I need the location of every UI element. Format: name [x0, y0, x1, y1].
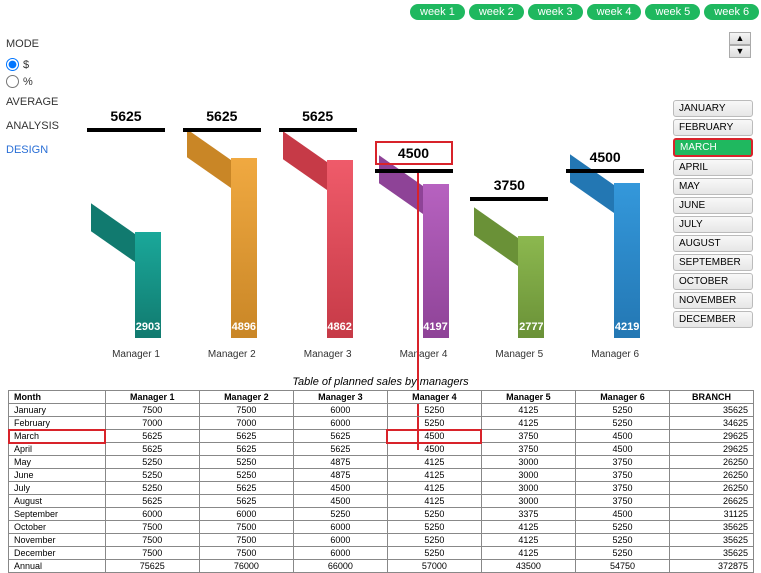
- target-label: 5625: [87, 108, 165, 124]
- month-btn-february[interactable]: FEBRUARY: [673, 119, 753, 136]
- analysis-link[interactable]: ANALYSIS: [6, 114, 76, 138]
- target-label: 5625: [279, 108, 357, 124]
- target-label: 4500: [375, 141, 453, 165]
- sales-table: MonthManager 1Manager 2Manager 3Manager …: [8, 390, 754, 573]
- mode-dollar-radio[interactable]: [6, 58, 19, 71]
- bar-label: Manager 3: [283, 349, 373, 360]
- table-row: March56255625562545003750450029625: [9, 430, 754, 443]
- bar-label: Manager 6: [570, 349, 660, 360]
- week-tab-4[interactable]: week 4: [587, 4, 642, 20]
- bar-value: 2903: [135, 321, 161, 333]
- target-label: 4500: [566, 149, 644, 165]
- week-tab-6[interactable]: week 6: [704, 4, 759, 20]
- month-btn-july[interactable]: JULY: [673, 216, 753, 233]
- table-row: May52505250487541253000375026250: [9, 456, 754, 469]
- bar-value: 4219: [614, 321, 640, 333]
- design-link[interactable]: DESIGN: [6, 138, 76, 162]
- average-link[interactable]: AVERAGE: [6, 90, 76, 114]
- bar-label: Manager 4: [379, 349, 469, 360]
- mode-label: MODE: [6, 32, 76, 56]
- table-row: November75007500600052504125525035625: [9, 534, 754, 547]
- table-row: September60006000525052503375450031125: [9, 508, 754, 521]
- bar-value: 4896: [231, 321, 257, 333]
- month-btn-december[interactable]: DECEMBER: [673, 311, 753, 328]
- spinner[interactable]: ▲ ▼: [729, 32, 751, 58]
- week-tab-1[interactable]: week 1: [410, 4, 465, 20]
- month-btn-april[interactable]: APRIL: [673, 159, 753, 176]
- target-label: 5625: [183, 108, 261, 124]
- table-row: October75007500600052504125525035625: [9, 521, 754, 534]
- bar-label: Manager 2: [187, 349, 277, 360]
- month-btn-august[interactable]: AUGUST: [673, 235, 753, 252]
- month-btn-may[interactable]: MAY: [673, 178, 753, 195]
- bar-label: Manager 5: [474, 349, 564, 360]
- month-btn-october[interactable]: OCTOBER: [673, 273, 753, 290]
- target-label: 3750: [470, 177, 548, 193]
- bar-value: 2777: [518, 321, 544, 333]
- bar-label: Manager 1: [91, 349, 181, 360]
- bar-value: 4862: [327, 321, 353, 333]
- table-title: Table of planned sales by managers: [0, 376, 761, 388]
- week-tab-3[interactable]: week 3: [528, 4, 583, 20]
- table-row: December75007500600052504125525035625: [9, 547, 754, 560]
- table-row: January75007500600052504125525035625: [9, 404, 754, 417]
- week-tab-5[interactable]: week 5: [645, 4, 700, 20]
- week-tab-2[interactable]: week 2: [469, 4, 524, 20]
- month-btn-june[interactable]: JUNE: [673, 197, 753, 214]
- month-btn-september[interactable]: SEPTEMBER: [673, 254, 753, 271]
- table-row: April56255625562545003750450029625: [9, 443, 754, 456]
- month-btn-march[interactable]: MARCH: [673, 138, 753, 157]
- table-row: July52505625450041253000375026250: [9, 482, 754, 495]
- month-btn-january[interactable]: JANUARY: [673, 100, 753, 117]
- table-row: August56255625450041253000375026625: [9, 495, 754, 508]
- table-row: June52505250487541253000375026250: [9, 469, 754, 482]
- mode-percent-radio[interactable]: [6, 75, 19, 88]
- month-btn-november[interactable]: NOVEMBER: [673, 292, 753, 309]
- bar-value: 4197: [423, 321, 449, 333]
- spinner-down[interactable]: ▼: [729, 45, 751, 58]
- table-row: February70007000600052504125525034625: [9, 417, 754, 430]
- spinner-up[interactable]: ▲: [729, 32, 751, 45]
